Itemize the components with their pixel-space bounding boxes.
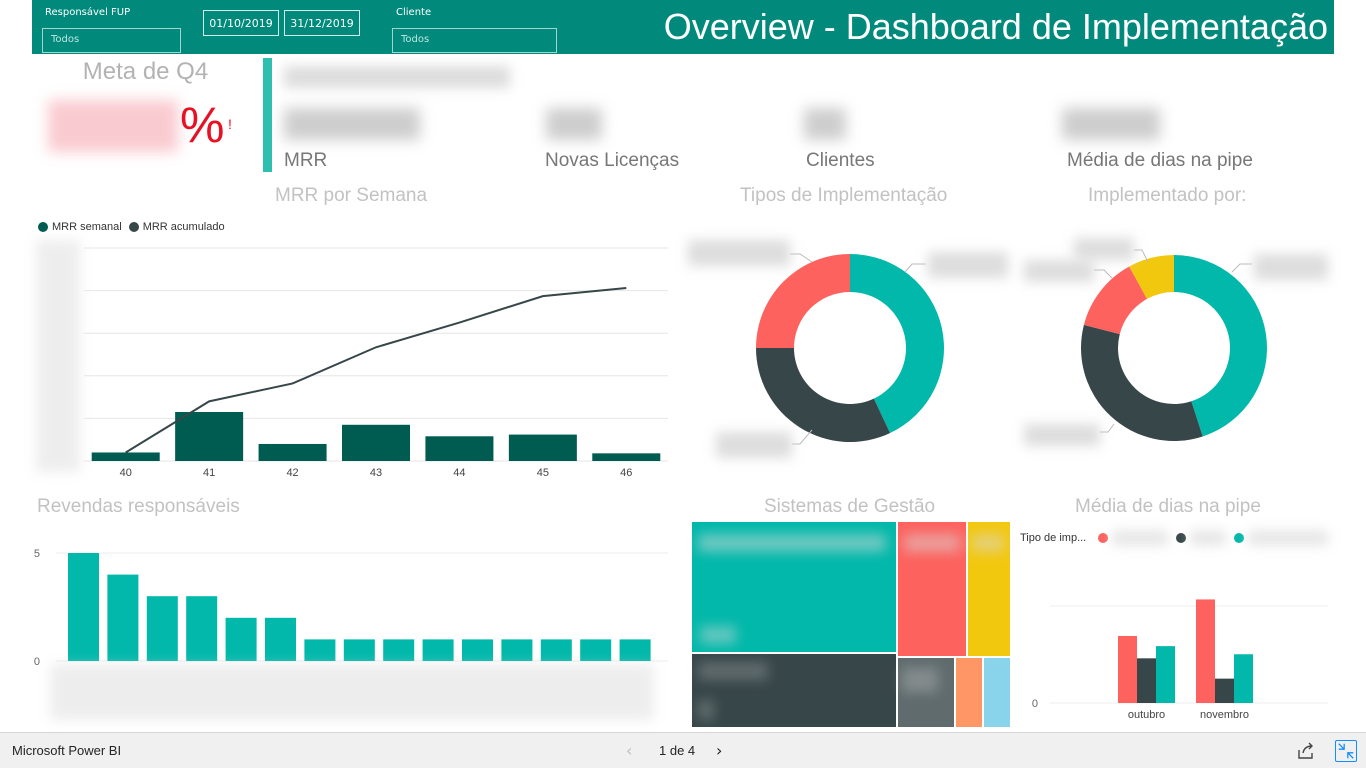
- report-canvas: Responsável FUP Todos 01/10/2019 31/12/2…: [0, 0, 1366, 768]
- pipe-days-bar: [1156, 646, 1175, 703]
- x-tick-label: outubro: [1128, 709, 1165, 721]
- media-dias-bar-chart: 0 outubro novembro: [1032, 599, 1328, 721]
- pipe-days-bar: [1196, 599, 1215, 703]
- pipe-days-bar: [1137, 658, 1156, 703]
- pipe-days-bar: [1215, 678, 1234, 703]
- x-tick-label: novembro: [1200, 709, 1249, 721]
- pipe-days-bar: [1234, 654, 1253, 703]
- share-icon[interactable]: [1296, 741, 1316, 761]
- y-tick-label: 0: [1032, 698, 1038, 710]
- pipe-days-bar: [1118, 635, 1137, 703]
- next-page-button[interactable]: ›: [716, 741, 722, 760]
- footer-bar: Microsoft Power BI ‹ 1 de 4 ›: [0, 732, 1366, 768]
- page-indicator: 1 de 4: [659, 743, 696, 758]
- previous-page-button[interactable]: ‹: [626, 741, 632, 760]
- exit-fullscreen-icon[interactable]: [1335, 740, 1357, 762]
- app-name: Microsoft Power BI: [12, 743, 122, 758]
